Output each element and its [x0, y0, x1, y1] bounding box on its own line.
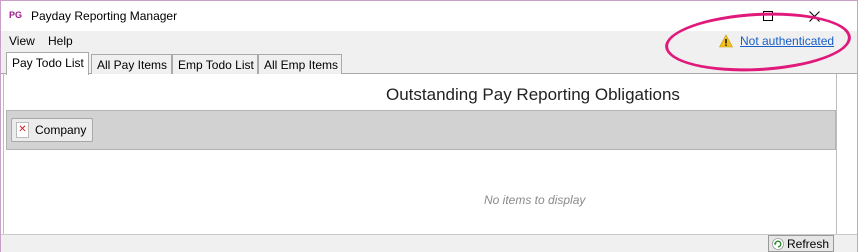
tab-content: Outstanding Pay Reporting Obligations ✕ …	[3, 74, 837, 234]
tab-emp-todo-list[interactable]: Emp Todo List	[172, 54, 258, 74]
close-button[interactable]	[791, 1, 837, 31]
tab-all-pay-items[interactable]: All Pay Items	[91, 54, 172, 74]
app-window: PG Payday Reporting Manager View Help No…	[0, 0, 858, 252]
close-icon	[808, 10, 820, 22]
tab-all-emp-items[interactable]: All Emp Items	[258, 54, 342, 74]
group-by-bar[interactable]: ✕ Company	[6, 110, 836, 150]
remove-group-icon[interactable]: ✕	[16, 122, 29, 138]
group-chip-label: Company	[35, 123, 87, 137]
not-authenticated-link[interactable]: Not authenticated	[740, 34, 834, 48]
menu-help[interactable]: Help	[48, 34, 73, 48]
group-chip-company[interactable]: ✕ Company	[11, 118, 93, 142]
window-title: Payday Reporting Manager	[31, 9, 178, 23]
tab-pay-todo-list[interactable]: Pay Todo List	[6, 52, 89, 75]
maximize-button[interactable]	[745, 1, 791, 31]
refresh-icon	[772, 237, 784, 250]
refresh-button[interactable]: Refresh	[768, 235, 834, 252]
menu-bar: View Help Not authenticated	[1, 31, 857, 51]
auth-status: Not authenticated	[719, 34, 834, 48]
status-bar: Refresh	[1, 234, 857, 252]
page-title: Outstanding Pay Reporting Obligations	[386, 85, 680, 104]
refresh-label: Refresh	[787, 236, 830, 251]
tab-strip: Pay Todo List All Pay Items Emp Todo Lis…	[1, 51, 857, 75]
menu-view[interactable]: View	[9, 34, 35, 48]
title-bar[interactable]: PG Payday Reporting Manager	[1, 1, 857, 31]
app-logo: PG	[9, 10, 23, 20]
maximize-icon	[763, 11, 773, 21]
warning-icon	[719, 34, 733, 48]
empty-list-message: No items to display	[484, 193, 586, 207]
